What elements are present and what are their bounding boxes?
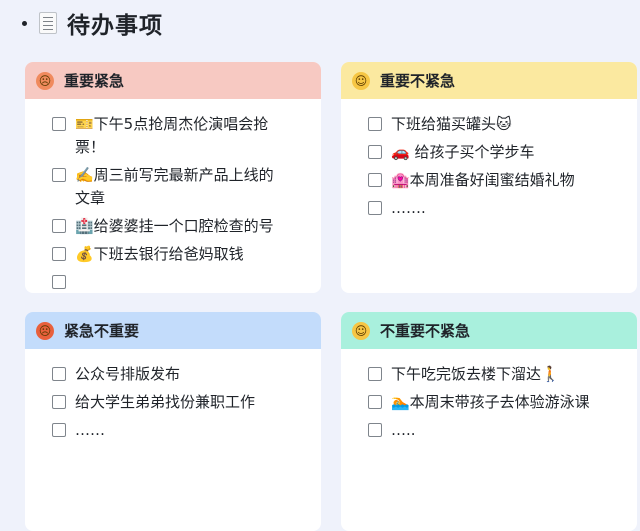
todo-list: 🎫下午5点抢周杰伦演唱会抢票！ ✍️周三前写完最新产品上线的文章 🏥给婆婆挂一个…: [25, 99, 321, 289]
todo-item: 🏥给婆婆挂一个口腔检查的号: [52, 215, 321, 238]
todo-item: 🏩本周准备好闺蜜结婚礼物: [368, 169, 637, 192]
todo-text[interactable]: 下午吃完饭去楼下溜达🚶: [391, 363, 631, 386]
todo-item: 🎫下午5点抢周杰伦演唱会抢票！: [52, 113, 321, 159]
todo-text[interactable]: 🏥给婆婆挂一个口腔检查的号: [75, 215, 285, 238]
todo-checkbox[interactable]: [52, 219, 66, 233]
angry-face-icon: ☹: [36, 321, 54, 340]
todo-list: 下午吃完饭去楼下溜达🚶 🏊本周末带孩子去体验游泳课 …..: [341, 349, 637, 442]
quadrant-urgent-not-important: ☹ 紧急不重要 公众号排版发布 给大学生弟弟找份兼职工作 ……: [25, 312, 321, 531]
quadrant-important-not-urgent: ☺ 重要不紧急 下班给猫买罐头🐱 🚗 给孩子买个学步车 🏩本周准备好闺蜜结婚礼物…: [341, 62, 637, 293]
quadrant-not-important-not-urgent: ☺ 不重要不紧急 下午吃完饭去楼下溜达🚶 🏊本周末带孩子去体验游泳课 …..: [341, 312, 637, 531]
page-title: 待办事项: [67, 13, 163, 39]
todo-text[interactable]: ✍️周三前写完最新产品上线的文章: [75, 164, 285, 210]
todo-checkbox[interactable]: [368, 117, 382, 131]
todo-checkbox[interactable]: [52, 168, 66, 182]
todo-list: 下班给猫买罐头🐱 🚗 给孩子买个学步车 🏩本周准备好闺蜜结婚礼物 …….: [341, 99, 637, 220]
quadrant-header: ☹ 紧急不重要: [25, 312, 321, 349]
quadrant-title: 紧急不重要: [64, 322, 140, 340]
quadrant-header: ☺ 不重要不紧急: [341, 312, 637, 349]
todo-item: 给大学生弟弟找份兼职工作: [52, 391, 321, 414]
bullet-icon: [22, 20, 27, 26]
todo-text[interactable]: 下班给猫买罐头🐱: [391, 113, 631, 136]
todo-checkbox[interactable]: [368, 367, 382, 381]
todo-checkbox[interactable]: [52, 367, 66, 381]
todo-text[interactable]: 公众号排版发布: [75, 363, 295, 386]
quadrant-title: 重要紧急: [64, 72, 125, 90]
todo-item: [52, 271, 321, 289]
todo-item: ✍️周三前写完最新产品上线的文章: [52, 164, 321, 210]
smirking-face-icon: ☺: [352, 321, 370, 340]
todo-item: 公众号排版发布: [52, 363, 321, 386]
todo-item: 💰下班去银行给爸妈取钱: [52, 243, 321, 266]
todo-checkbox[interactable]: [52, 395, 66, 409]
quadrant-header: ☹ 重要紧急: [25, 62, 321, 99]
todo-text[interactable]: 🎫下午5点抢周杰伦演唱会抢票！: [75, 113, 285, 159]
todo-checkbox[interactable]: [368, 423, 382, 437]
todo-text[interactable]: …..: [391, 419, 631, 442]
quadrant-header: ☺ 重要不紧急: [341, 62, 637, 99]
todo-checkbox[interactable]: [52, 247, 66, 261]
todo-item: 🏊本周末带孩子去体验游泳课: [368, 391, 637, 414]
todo-checkbox[interactable]: [368, 201, 382, 215]
todo-item: …..: [368, 419, 637, 442]
todo-checkbox[interactable]: [368, 173, 382, 187]
todo-checkbox[interactable]: [368, 145, 382, 159]
quadrant-title: 重要不紧急: [380, 72, 456, 90]
todo-text[interactable]: ……: [75, 419, 295, 442]
todo-item: 🚗 给孩子买个学步车: [368, 141, 637, 164]
todo-text[interactable]: 🏩本周准备好闺蜜结婚礼物: [391, 169, 631, 192]
quadrant-title: 不重要不紧急: [380, 322, 471, 340]
todo-checkbox[interactable]: [52, 117, 66, 131]
todo-checkbox[interactable]: [52, 423, 66, 437]
todo-text[interactable]: 🚗 给孩子买个学步车: [391, 141, 631, 164]
relieved-face-icon: ☺: [352, 71, 370, 90]
hot-face-icon: ☹: [36, 71, 54, 90]
quadrant-important-urgent: ☹ 重要紧急 🎫下午5点抢周杰伦演唱会抢票！ ✍️周三前写完最新产品上线的文章 …: [25, 62, 321, 293]
todo-item: 下班给猫买罐头🐱: [368, 113, 637, 136]
todo-checkbox[interactable]: [52, 275, 66, 289]
todo-item: ……: [52, 419, 321, 442]
page-title-row: 待办事项: [22, 6, 163, 40]
todo-text[interactable]: …….: [391, 197, 631, 220]
memo-icon: [39, 12, 57, 34]
todo-checkbox[interactable]: [368, 395, 382, 409]
todo-text[interactable]: 🏊本周末带孩子去体验游泳课: [391, 391, 631, 414]
todo-list: 公众号排版发布 给大学生弟弟找份兼职工作 ……: [25, 349, 321, 442]
todo-text[interactable]: 💰下班去银行给爸妈取钱: [75, 243, 285, 266]
todo-page: 待办事项 ☹ 重要紧急 🎫下午5点抢周杰伦演唱会抢票！ ✍️周三前写完最新产品上…: [0, 0, 640, 531]
todo-item: …….: [368, 197, 637, 220]
todo-item: 下午吃完饭去楼下溜达🚶: [368, 363, 637, 386]
todo-text[interactable]: 给大学生弟弟找份兼职工作: [75, 391, 295, 414]
